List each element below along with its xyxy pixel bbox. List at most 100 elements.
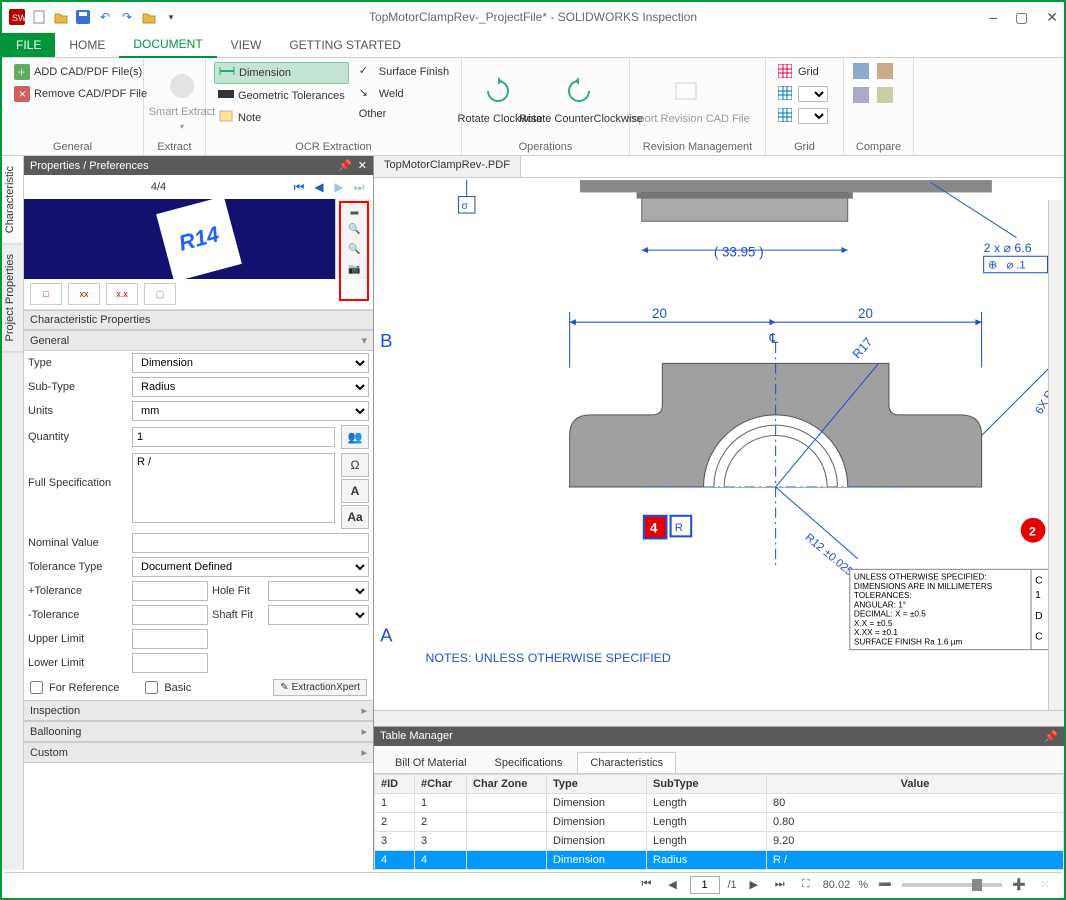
page-first-icon[interactable]: ⏮ bbox=[638, 876, 656, 894]
drawing-canvas[interactable]: ( 33.95 ) σ B A 2 x ⌀ 6.6 ⊕ ⌀ .1 bbox=[374, 178, 1064, 672]
page-next-icon[interactable]: ▶ bbox=[745, 876, 763, 894]
zoom-out-button[interactable]: ➖ bbox=[876, 876, 894, 894]
view-tab[interactable]: VIEW bbox=[217, 33, 276, 57]
type-select[interactable]: Dimension bbox=[132, 353, 369, 373]
inspection-section[interactable]: Inspection▸ bbox=[24, 700, 373, 721]
table-row[interactable]: 22DimensionLength0.80 bbox=[375, 813, 1064, 832]
page-input[interactable] bbox=[690, 876, 720, 894]
zoom-in-button[interactable]: ➕ bbox=[1010, 876, 1028, 894]
units-select[interactable]: mm bbox=[132, 401, 369, 421]
compare-icon-3[interactable] bbox=[852, 86, 870, 104]
resize-grip-icon[interactable]: ⁙ bbox=[1036, 876, 1054, 894]
properties-panel: Properties / Preferences 📌✕ 4/4 ⏮ ◀ ▶ ⏭ … bbox=[24, 156, 374, 870]
rotate-ccw-button[interactable]: Rotate CounterClockwise bbox=[536, 62, 626, 139]
font-a-button[interactable]: A bbox=[341, 479, 369, 503]
nav-prev-icon[interactable]: ◀ bbox=[309, 177, 329, 197]
home-tab[interactable]: HOME bbox=[55, 33, 119, 57]
save-icon[interactable] bbox=[74, 8, 92, 26]
characteristics-table[interactable]: #ID #Char Char Zone Type SubType Value 1… bbox=[374, 774, 1064, 870]
table-row[interactable]: 44DimensionRadiusR / bbox=[375, 851, 1064, 870]
font-aa-button[interactable]: Aa bbox=[341, 505, 369, 529]
compare-icon-4[interactable] bbox=[876, 86, 894, 104]
getting-started-tab[interactable]: GETTING STARTED bbox=[275, 33, 415, 57]
characteristic-side-tab[interactable]: Characteristic bbox=[2, 156, 23, 244]
nav-next-icon[interactable]: ▶ bbox=[329, 177, 349, 197]
svg-text:C: C bbox=[1035, 631, 1043, 642]
undo-icon[interactable]: ↶ bbox=[96, 8, 114, 26]
grid-button[interactable]: Grid bbox=[774, 62, 832, 82]
document-tab[interactable]: DOCUMENT bbox=[119, 32, 216, 58]
table-row[interactable]: 11DimensionLength80 bbox=[375, 794, 1064, 813]
custom-section[interactable]: Custom▸ bbox=[24, 742, 373, 763]
maximize-button[interactable]: ▢ bbox=[1015, 9, 1028, 26]
vertical-scrollbar[interactable] bbox=[1048, 200, 1064, 710]
smart-extract-button[interactable]: Smart Extract▾ bbox=[152, 62, 212, 139]
pin-icon[interactable]: 📌 bbox=[338, 159, 352, 172]
fit-icon[interactable]: ⛶ bbox=[797, 876, 815, 894]
general-section[interactable]: General▾ bbox=[24, 330, 373, 351]
gtol-button[interactable]: Geometric Tolerances bbox=[214, 86, 349, 106]
project-properties-side-tab[interactable]: Project Properties bbox=[2, 244, 23, 352]
qat-dropdown-icon[interactable]: ▾ bbox=[162, 8, 180, 26]
subtype-select[interactable]: Radius bbox=[132, 377, 369, 397]
omega-button[interactable]: Ω bbox=[341, 453, 369, 477]
nav-last-icon[interactable]: ⏭ bbox=[349, 177, 369, 197]
svg-text:4: 4 bbox=[650, 520, 658, 535]
tool-btn-1[interactable]: □ bbox=[30, 283, 62, 305]
tm-pin-icon[interactable]: 📌 bbox=[1044, 730, 1058, 743]
char-props-section[interactable]: Characteristic Properties bbox=[24, 310, 373, 330]
characteristics-tab[interactable]: Characteristics bbox=[577, 752, 676, 773]
shaft-fit-select[interactable] bbox=[268, 605, 369, 625]
compare-icon-2[interactable] bbox=[876, 62, 894, 80]
toltype-select[interactable]: Document Defined bbox=[132, 557, 369, 577]
redo-icon[interactable]: ↷ bbox=[118, 8, 136, 26]
svg-text:DECIMAL: X = ±0.5: DECIMAL: X = ±0.5 bbox=[854, 610, 926, 619]
extraction-xpert-button[interactable]: ✎ ExtractionXpert bbox=[273, 679, 367, 696]
new-icon[interactable] bbox=[30, 8, 48, 26]
tool-btn-4[interactable]: ▢ bbox=[144, 283, 176, 305]
grid-options-button[interactable] bbox=[774, 84, 832, 104]
remove-cad-pdf-button[interactable]: ×Remove CAD/PDF File bbox=[10, 84, 135, 104]
add-cad-pdf-button[interactable]: +ADD CAD/PDF File(s) bbox=[10, 62, 135, 82]
import-revision-button[interactable]: Import Revision CAD File bbox=[638, 62, 738, 139]
ptol-input[interactable] bbox=[132, 581, 208, 601]
horizontal-scrollbar[interactable] bbox=[374, 710, 1064, 726]
ballooning-section[interactable]: Ballooning▸ bbox=[24, 721, 373, 742]
open-icon[interactable] bbox=[52, 8, 70, 26]
surface-finish-button[interactable]: ✓Surface Finish bbox=[355, 62, 453, 82]
nav-first-icon[interactable]: ⏮ bbox=[289, 177, 309, 197]
file-tab[interactable]: FILE bbox=[2, 33, 55, 57]
table-row[interactable]: 33DimensionLength9.20 bbox=[375, 832, 1064, 851]
fullspec-textarea[interactable]: R / bbox=[132, 453, 335, 523]
dimension-button[interactable]: Dimension bbox=[214, 62, 349, 84]
upper-limit-input[interactable] bbox=[132, 629, 208, 649]
tool-btn-2[interactable]: xx bbox=[68, 283, 100, 305]
hole-fit-select[interactable] bbox=[268, 581, 369, 601]
ntol-input[interactable] bbox=[132, 605, 208, 625]
quantity-link-button[interactable]: 👥 bbox=[341, 425, 369, 449]
weld-button[interactable]: ↘Weld bbox=[355, 84, 453, 104]
page-last-icon[interactable]: ⏭ bbox=[771, 876, 789, 894]
nominal-input[interactable] bbox=[132, 533, 369, 553]
note-button[interactable]: Note bbox=[214, 108, 349, 128]
quantity-input[interactable] bbox=[132, 427, 335, 447]
for-reference-checkbox[interactable] bbox=[30, 681, 43, 694]
basic-checkbox[interactable] bbox=[145, 681, 158, 694]
close-panel-icon[interactable]: ✕ bbox=[358, 159, 367, 172]
tool-btn-3[interactable]: x.x bbox=[106, 283, 138, 305]
page-prev-icon[interactable]: ◀ bbox=[664, 876, 682, 894]
bom-tab[interactable]: Bill Of Material bbox=[382, 752, 480, 773]
zoom-slider[interactable] bbox=[902, 883, 1002, 887]
grid-options2-button[interactable] bbox=[774, 106, 832, 126]
svg-text:X.X = ±0.5: X.X = ±0.5 bbox=[854, 619, 893, 628]
specifications-tab[interactable]: Specifications bbox=[482, 752, 576, 773]
compare-icon-1[interactable] bbox=[852, 62, 870, 80]
minimize-button[interactable]: – bbox=[989, 9, 997, 26]
lower-limit-input[interactable] bbox=[132, 653, 208, 673]
document-tab[interactable]: TopMotorClampRev-.PDF bbox=[374, 156, 521, 177]
folder-icon[interactable] bbox=[140, 8, 158, 26]
rotate-cw-button[interactable]: Rotate Clockwise bbox=[470, 62, 530, 139]
other-button[interactable]: Other bbox=[355, 106, 453, 122]
close-button[interactable]: ✕ bbox=[1046, 9, 1058, 26]
svg-text:D: D bbox=[1035, 611, 1042, 622]
